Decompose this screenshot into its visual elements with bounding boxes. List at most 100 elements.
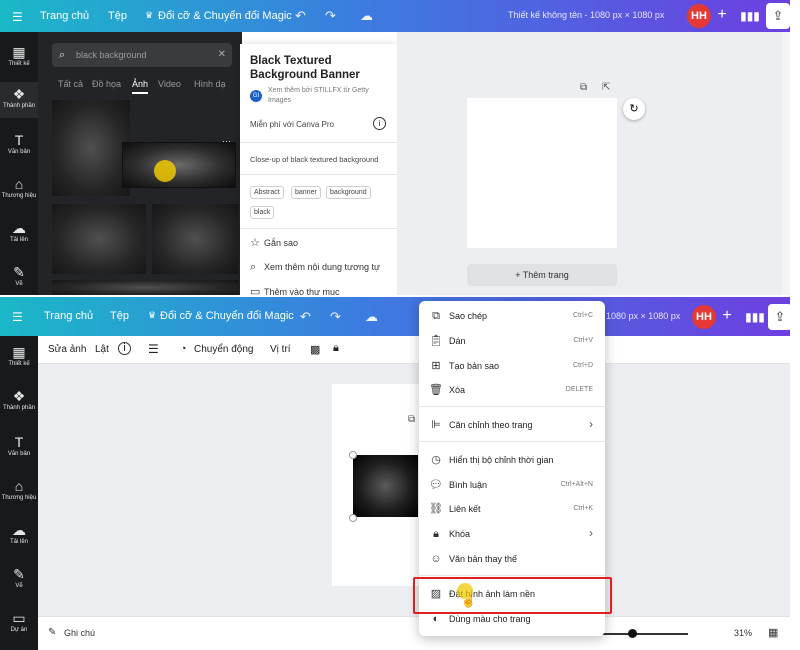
menu-item-paste[interactable]: 📋︎ Dán Ctrl+V xyxy=(419,331,605,351)
avatar[interactable]: HH xyxy=(692,305,716,329)
add-page-icon[interactable]: ⇱ xyxy=(602,82,610,93)
scrollbar[interactable] xyxy=(782,32,790,295)
resize-magic-button[interactable]: Đổi cỡ & Chuyển đổi Magic xyxy=(158,10,292,22)
sidebar-item-uploads[interactable]: ☁ Tải lên xyxy=(0,522,38,552)
notes-icon: ✎ xyxy=(48,627,57,638)
selected-image[interactable] xyxy=(353,455,418,517)
tab-graphics[interactable]: Đồ họa xyxy=(92,79,121,89)
file-menu[interactable]: Tệp xyxy=(108,10,127,22)
bottom-footer: ✎ Ghi chú 31% ▦ xyxy=(38,616,790,650)
flip-button[interactable]: Lật xyxy=(95,344,109,355)
design-title[interactable]: Thiết kế không tên - 1080 px × 1080 px xyxy=(508,10,664,20)
grid-view-icon[interactable]: ▦ xyxy=(768,626,778,639)
notes-button[interactable]: Ghi chú xyxy=(64,628,95,638)
menu-divider xyxy=(419,441,605,442)
add-collaborator-button[interactable]: + xyxy=(711,4,733,28)
tab-shapes[interactable]: Hình dạ xyxy=(194,79,226,89)
star-action[interactable]: ☆ Gắn sao xyxy=(250,236,298,249)
menu-item-duplicate[interactable]: ⊞ Tạo bản sao Ctrl+D xyxy=(419,356,605,376)
menu-item-lock[interactable]: 🔒︎ Khóa › xyxy=(419,524,605,544)
add-page-button[interactable]: + Thêm trang xyxy=(467,264,617,286)
more-options-icon[interactable]: ⋯ xyxy=(222,136,231,147)
sidebar-item-draw[interactable]: ✎ Vẽ xyxy=(0,264,38,294)
attribution-link[interactable]: Xem thêm bởi STILLFX từ Getty Images xyxy=(268,86,393,106)
sidebar-item-design[interactable]: ▦ Thiết kế xyxy=(0,44,38,74)
clear-search-icon[interactable]: ✕ xyxy=(218,43,226,67)
zoom-slider[interactable] xyxy=(598,633,688,635)
share-icon[interactable]: ⇪ xyxy=(766,3,790,29)
edit-image-button[interactable]: Sửa ảnh xyxy=(48,344,86,355)
result-thumbnail[interactable] xyxy=(152,204,238,274)
menu-item-alt-text[interactable]: ☺ Văn bản thay thế xyxy=(419,549,605,569)
hand-cursor-icon: ☝ xyxy=(461,594,476,608)
resize-handle[interactable] xyxy=(349,514,357,522)
sidebar-item-text[interactable]: T Văn bản xyxy=(0,132,38,162)
menu-icon[interactable]: ☰ xyxy=(12,10,23,24)
result-thumbnail[interactable] xyxy=(52,280,238,295)
zoom-slider-knob[interactable] xyxy=(628,629,637,638)
design-page[interactable] xyxy=(467,98,617,248)
sidebar-item-uploads[interactable]: ☁ Tải lên xyxy=(0,220,38,250)
see-similar-action[interactable]: ⌕ Xem thêm nội dung tương tự xyxy=(250,261,380,274)
info-icon[interactable]: i xyxy=(373,117,386,130)
refresh-icon[interactable]: ↻ xyxy=(623,98,645,120)
tag-chip[interactable]: Abstract xyxy=(250,186,284,199)
cloud-save-icon[interactable]: ☁ xyxy=(365,309,378,325)
sidebar-item-design[interactable]: ▦ Thiết kế xyxy=(0,344,38,374)
result-thumbnail[interactable] xyxy=(52,204,146,274)
tag-chip[interactable]: background xyxy=(326,186,371,199)
insights-icon[interactable]: ▮▮▮ xyxy=(738,4,762,28)
info-icon[interactable]: i xyxy=(118,342,131,355)
add-to-folder-action[interactable]: ▭ Thêm vào thư mục xyxy=(250,285,340,295)
transparency-icon[interactable]: ▩ xyxy=(310,343,320,356)
duplicate-page-icon[interactable]: ⧉ xyxy=(408,414,415,425)
add-collaborator-button[interactable]: + xyxy=(716,305,738,329)
home-link[interactable]: Trang chủ xyxy=(40,10,89,22)
sidebar-item-text[interactable]: T Văn bản xyxy=(0,434,38,464)
redo-icon[interactable]: ↷ xyxy=(330,309,341,325)
resize-handle[interactable] xyxy=(349,451,357,459)
undo-icon[interactable]: ↶ xyxy=(295,8,306,24)
zoom-level[interactable]: 31% xyxy=(734,628,752,638)
image-info-card: Black Textured Background Banner GI Xem … xyxy=(240,44,397,295)
tag-chip[interactable]: banner xyxy=(291,186,321,199)
tab-photos[interactable]: Ảnh xyxy=(132,79,149,94)
menu-item-align-to-page[interactable]: ⊫ Căn chỉnh theo trang › xyxy=(419,415,605,435)
sidebar-item-draw[interactable]: ✎ Vẽ xyxy=(0,566,38,596)
result-thumbnail[interactable] xyxy=(52,100,130,196)
menu-item-comment[interactable]: 💬︎ Bình luận Ctrl+Alt+N xyxy=(419,475,605,495)
menu-icon[interactable]: ☰ xyxy=(12,310,23,324)
menu-item-show-timing[interactable]: ◷ Hiển thị bộ chỉnh thời gian xyxy=(419,450,605,470)
sidebar-item-elements[interactable]: ❖ Thành phần xyxy=(0,388,38,418)
sidebar-item-elements[interactable]: ❖ Thành phần xyxy=(0,82,38,118)
lock-icon[interactable]: 🔒︎ xyxy=(333,342,339,355)
duplicate-page-icon[interactable]: ⧉ xyxy=(580,82,587,93)
sidebar-item-projects[interactable]: ▭ Dự án xyxy=(0,610,38,640)
upload-icon: ☁ xyxy=(12,220,26,236)
tab-videos[interactable]: Video xyxy=(158,79,181,89)
menu-item-copy[interactable]: ⧉ Sao chép Ctrl+C xyxy=(419,306,605,326)
sidebar-item-brand[interactable]: ⌂ Thương hiệu xyxy=(0,478,38,508)
sidebar-item-brand[interactable]: ⌂ Thương hiệu xyxy=(0,176,38,206)
tag-chip[interactable]: black xyxy=(250,206,275,219)
cloud-save-icon[interactable]: ☁ xyxy=(360,8,373,24)
align-icon: ⊫ xyxy=(431,419,441,431)
left-sidebar: ▦ Thiết kế ❖ Thành phần T Văn bản ⌂ Thương h… xyxy=(0,336,38,650)
home-link[interactable]: Trang chủ xyxy=(44,310,93,322)
search-input[interactable]: ⌕ black background ✕ xyxy=(52,43,232,67)
insights-icon[interactable]: ▮▮▮ xyxy=(743,305,767,329)
share-icon[interactable]: ⇪ xyxy=(768,304,792,330)
menu-item-link[interactable]: ⛓ Liên kết Ctrl+K xyxy=(419,499,605,519)
position-button[interactable]: Vị trí xyxy=(270,344,291,355)
result-thumbnail-selected[interactable] xyxy=(122,142,236,188)
undo-icon[interactable]: ↶ xyxy=(300,309,311,325)
resize-magic-button[interactable]: Đổi cỡ & Chuyển đổi Magic xyxy=(160,310,294,322)
redo-icon[interactable]: ↷ xyxy=(325,8,336,24)
tab-all[interactable]: Tất cả xyxy=(58,79,83,89)
design-title[interactable]: 1080 px × 1080 px xyxy=(606,311,680,321)
menu-item-delete[interactable]: 🗑︎ Xóa DELETE xyxy=(419,380,605,400)
border-style-icon[interactable]: ☰ xyxy=(148,342,159,356)
animate-button[interactable]: Chuyển động xyxy=(194,344,254,355)
avatar[interactable]: HH xyxy=(687,4,711,28)
file-menu[interactable]: Tệp xyxy=(110,310,129,322)
